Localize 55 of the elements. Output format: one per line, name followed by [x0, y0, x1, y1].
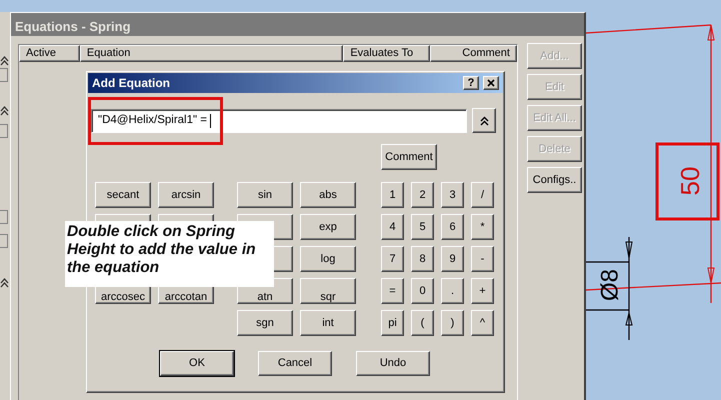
keypad-button[interactable]: 6	[441, 214, 464, 240]
text-cursor	[210, 114, 212, 128]
keypad-button[interactable]: =	[381, 278, 404, 304]
collapse-icon[interactable]	[0, 105, 9, 117]
keypad-button[interactable]: .	[441, 278, 464, 304]
keypad-button[interactable]: 4	[381, 214, 404, 240]
function-button[interactable]: sgn	[237, 310, 293, 336]
keypad-button[interactable]: -	[471, 246, 494, 272]
dimension-label[interactable]: Ø8	[596, 269, 624, 301]
keypad-button[interactable]: ^	[471, 310, 494, 336]
window-title: Equations - Spring	[11, 13, 584, 36]
column-header[interactable]: Comment	[430, 45, 517, 62]
column-header[interactable]: Evaluates To	[343, 45, 430, 62]
panel-button[interactable]	[0, 124, 8, 138]
function-button[interactable]: exp	[300, 214, 356, 240]
function-button[interactable]: sqr	[300, 278, 356, 304]
function-button[interactable]: log	[300, 246, 356, 272]
function-button[interactable]: abs	[300, 182, 356, 208]
annotation-tooltip: Double click on Spring Height to add the value in the equation	[65, 221, 274, 287]
dialog-button[interactable]: Cancel	[258, 351, 332, 376]
keypad-button[interactable]: 8	[411, 246, 434, 272]
keypad-button[interactable]: 0	[411, 278, 434, 304]
dialog-button[interactable]: Configs..	[527, 167, 582, 193]
keypad-button[interactable]: 7	[381, 246, 404, 272]
keypad-button[interactable]: 2	[411, 182, 434, 208]
close-icon	[487, 79, 495, 87]
keypad-button[interactable]: 3	[441, 182, 464, 208]
collapse-icon[interactable]	[0, 55, 9, 67]
panel-button[interactable]	[0, 234, 8, 248]
keypad-button[interactable]: )	[441, 310, 464, 336]
column-header[interactable]: Equation	[80, 45, 344, 62]
close-button[interactable]	[483, 76, 499, 90]
keypad-button[interactable]: pi	[381, 310, 404, 336]
keypad-button[interactable]: *	[471, 214, 494, 240]
panel-button[interactable]	[0, 210, 8, 224]
keypad-button[interactable]: 1	[381, 182, 404, 208]
collapse-icon[interactable]	[0, 277, 9, 289]
keypad-button[interactable]: (	[411, 310, 434, 336]
equation-field[interactable]: "D4@Helix/Spiral1" =	[91, 108, 467, 132]
chevron-icon	[480, 116, 488, 126]
comment-button[interactable]: Comment	[381, 144, 437, 170]
dialog-button[interactable]: OK	[160, 351, 234, 376]
keypad-button[interactable]: +	[471, 278, 494, 304]
dialog-title: Add Equation	[92, 75, 171, 92]
dialog-button[interactable]: Undo	[356, 351, 430, 376]
keypad-button[interactable]: 9	[441, 246, 464, 272]
keypad-button[interactable]: 5	[411, 214, 434, 240]
expand-button[interactable]	[472, 108, 496, 133]
function-button[interactable]: arcsin	[158, 182, 214, 208]
function-button[interactable]: secant	[95, 182, 151, 208]
keypad-button[interactable]: /	[471, 182, 494, 208]
column-header[interactable]: Active	[19, 45, 80, 62]
function-button[interactable]: int	[300, 310, 356, 336]
help-button[interactable]: ?	[463, 76, 479, 90]
function-button[interactable]: sin	[237, 182, 293, 208]
